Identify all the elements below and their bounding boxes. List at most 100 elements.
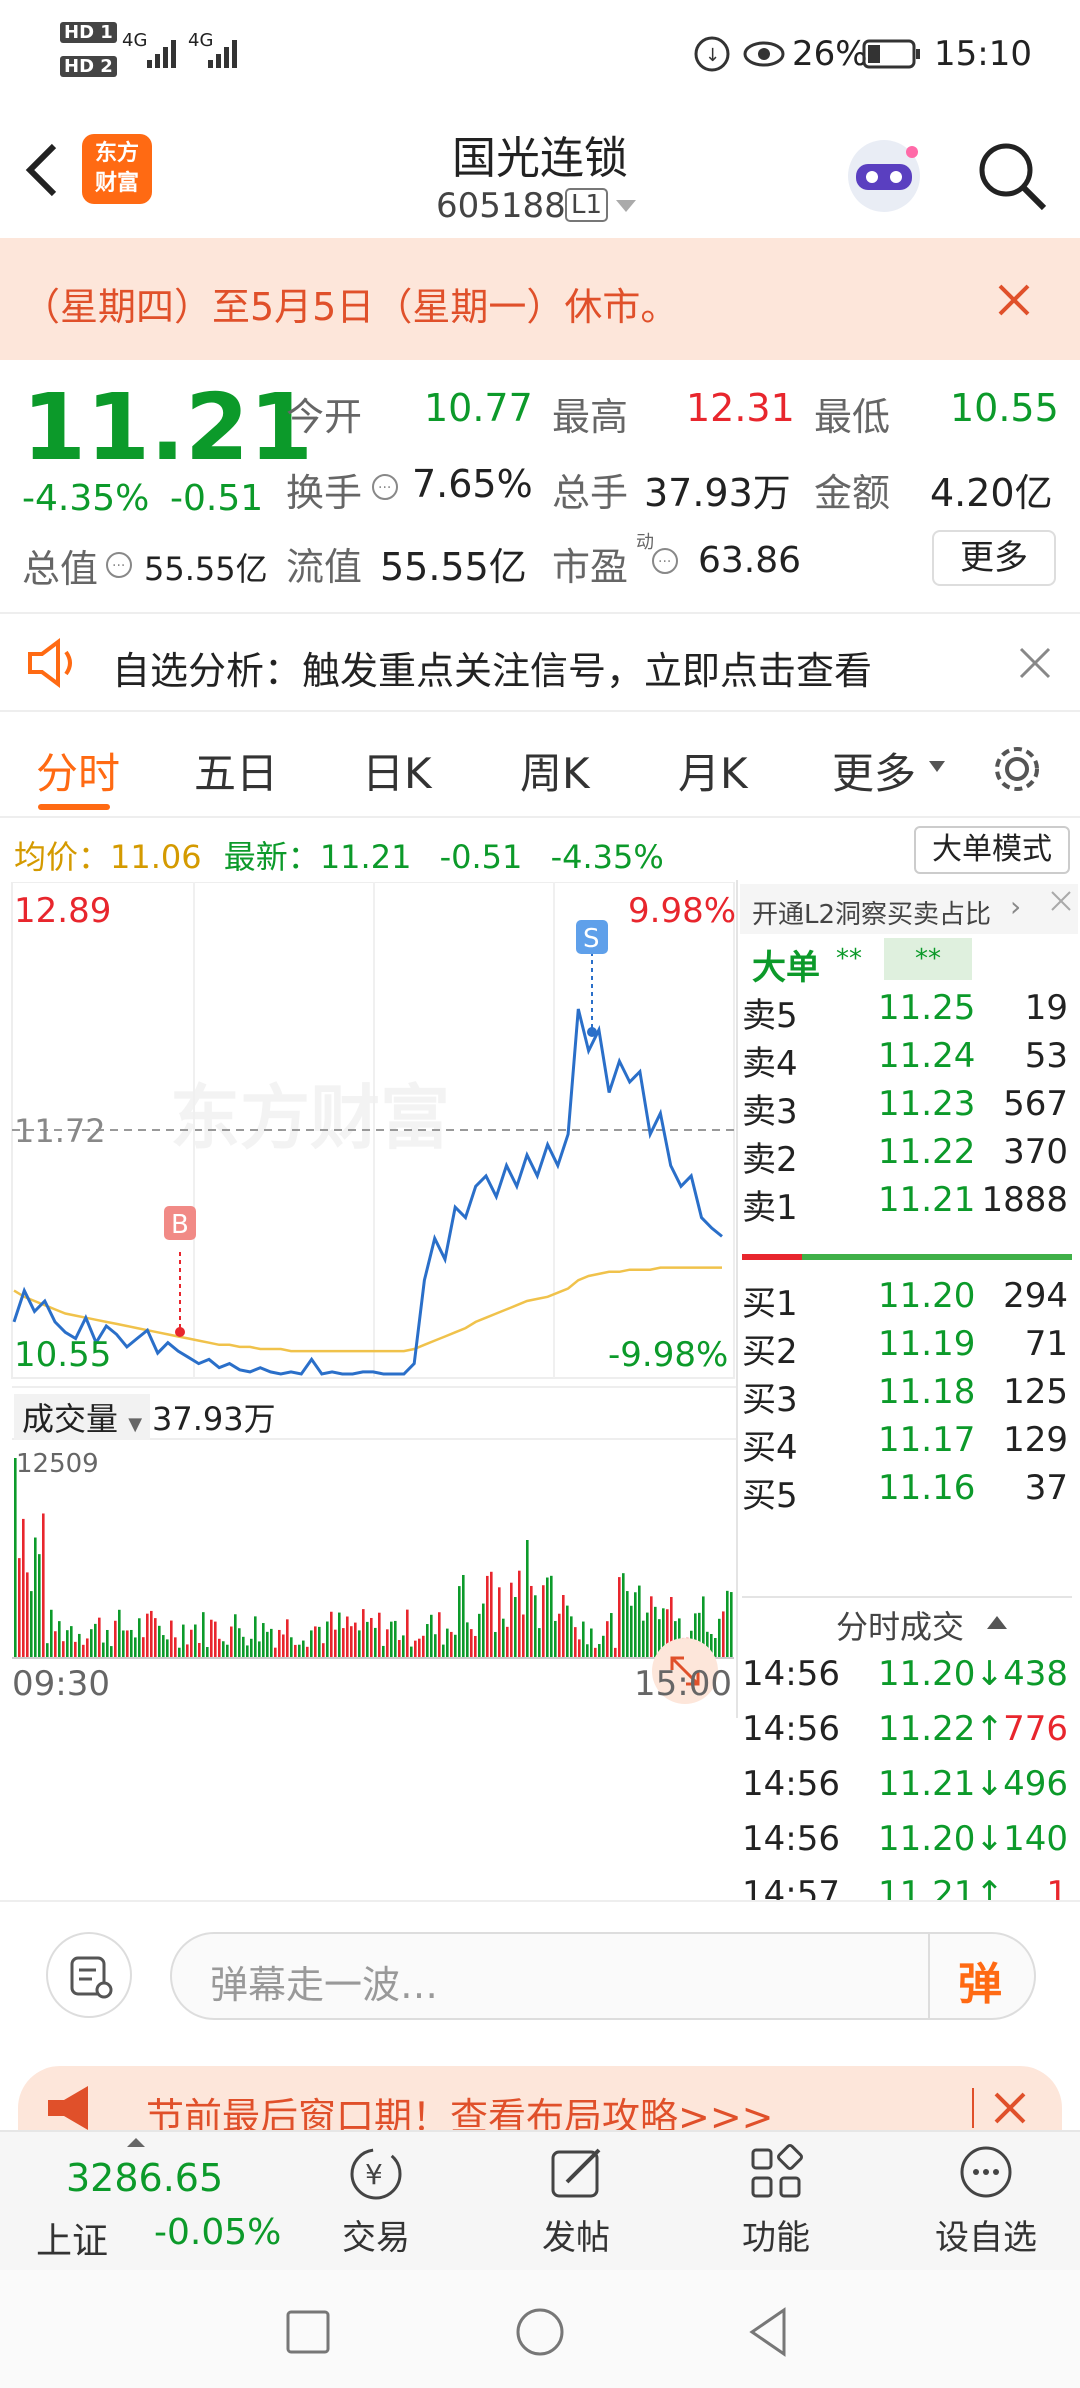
tab-weekly-k[interactable]: 周K <box>520 740 590 801</box>
volume-bar <box>66 1630 69 1658</box>
volume-bar <box>50 1609 53 1658</box>
volume-chart[interactable]: 12509 <box>0 1442 736 1660</box>
bid-ask-ratio-bar <box>742 1254 1072 1260</box>
volume-bar <box>462 1574 465 1658</box>
close-icon[interactable] <box>1018 646 1052 680</box>
search-icon[interactable] <box>974 138 1050 214</box>
index-widget[interactable]: 3286.65 上证 -0.05% <box>0 2132 281 2272</box>
volume-bar <box>582 1621 585 1658</box>
volume-bar <box>358 1630 361 1658</box>
system-navigation-bar <box>0 2270 1080 2388</box>
volume-bar <box>442 1644 445 1658</box>
volume-bar <box>330 1611 333 1658</box>
volume-bar <box>618 1577 621 1658</box>
robot-assistant-icon[interactable] <box>842 132 926 216</box>
volume-bar <box>578 1639 581 1658</box>
dropdown-icon[interactable] <box>928 760 946 774</box>
volume-dropdown[interactable]: 成交量 ▼ <box>14 1394 151 1440</box>
danmaku-settings-button[interactable] <box>46 1932 132 2018</box>
l2-link-bar[interactable]: 开通L2洞察买卖占比 › <box>740 884 1078 934</box>
volume-bar <box>318 1626 321 1658</box>
svg-text:¥: ¥ <box>365 2158 383 2191</box>
volume-bar <box>98 1617 101 1658</box>
tab-intraday[interactable]: 分时 <box>36 740 120 801</box>
index-value: 3286.65 <box>66 2156 224 2200</box>
danmaku-input[interactable]: 弹幕走一波… 弹 <box>170 1932 1036 2020</box>
volume-bar <box>430 1614 433 1658</box>
volume-bar <box>158 1625 161 1658</box>
volume-bar <box>642 1620 645 1658</box>
bid-row: 买4 11.17 129 <box>742 1420 1072 1468</box>
price-chart[interactable]: 东方财富 12.89 9.98% 11.72 10.55 -9.98% B S <box>0 882 736 1382</box>
x-end-label: 15:00 <box>634 1664 732 1704</box>
recent-apps-icon[interactable] <box>284 2308 332 2356</box>
trades-title[interactable]: 分时成交 <box>836 1602 964 1648</box>
volume-header: 成交量 ▼ 37.93万 <box>12 1386 748 1440</box>
x-start-label: 09:30 <box>12 1664 110 1704</box>
signal-icon-2 <box>208 40 237 68</box>
danmaku-send-button[interactable]: 弹 <box>958 1948 1002 2012</box>
volume-bar <box>242 1636 245 1658</box>
home-icon[interactable] <box>514 2306 566 2358</box>
y-mid-label: 11.72 <box>14 1112 106 1150</box>
volume-bar <box>534 1595 537 1658</box>
quote-panel: 11.21 -4.35% -0.51 总值 ··· 55.55亿 今开 10.7… <box>0 360 1080 610</box>
add-watchlist-button[interactable]: 设自选 <box>916 2142 1056 2266</box>
big-order-value-2: ** <box>884 938 972 980</box>
functions-button[interactable]: 功能 <box>716 2142 836 2266</box>
l2-link-text: 开通L2洞察买卖占比 <box>752 900 992 930</box>
tab-five-day[interactable]: 五日 <box>194 740 278 801</box>
volume-bar <box>426 1624 429 1658</box>
trade-button[interactable]: ¥ 交易 <box>316 2142 436 2266</box>
volume-bar <box>258 1641 261 1658</box>
close-icon[interactable] <box>992 2090 1028 2126</box>
signal-icon <box>147 40 176 68</box>
volume-bar <box>634 1592 637 1658</box>
info-icon[interactable]: ··· <box>650 546 680 576</box>
close-icon[interactable] <box>1048 888 1074 914</box>
level-badge[interactable]: L1 <box>565 188 609 222</box>
divider <box>742 1596 1072 1598</box>
volume-bar <box>610 1613 613 1658</box>
volume-bar <box>350 1626 353 1658</box>
volume-bar <box>62 1641 65 1658</box>
volume-bar <box>638 1585 641 1658</box>
close-icon[interactable] <box>996 282 1032 318</box>
stock-header: 东方财富 国光连锁 605188 L1 <box>0 110 1080 238</box>
danmaku-settings-icon <box>70 1956 113 1999</box>
volume-bar <box>194 1624 197 1658</box>
functions-label: 功能 <box>742 2218 810 2258</box>
more-button[interactable]: 更多 <box>932 530 1056 586</box>
volume-bar <box>506 1626 509 1658</box>
tab-more[interactable]: 更多 <box>832 740 916 801</box>
intraday-chart-area: 均价：11.06 最新：11.21 -0.51 -4.35% 大单模式 东方财富… <box>0 818 1080 1969</box>
info-icon[interactable]: ··· <box>104 550 134 580</box>
ask-volume: 567 <box>1003 1084 1068 1124</box>
big-order-mode-button[interactable]: 大单模式 <box>914 826 1070 874</box>
change-percent: -4.35% <box>22 478 150 519</box>
tab-monthly-k[interactable]: 月K <box>678 740 748 801</box>
post-button[interactable]: 发帖 <box>516 2142 636 2266</box>
divider <box>972 2088 974 2128</box>
watchlist-analysis-bar[interactable]: 自选分析：触发重点关注信号，立即点击查看 <box>0 612 1080 712</box>
volume-bar <box>230 1626 233 1658</box>
volume-bar <box>726 1590 729 1658</box>
ask-label: 卖3 <box>742 1092 798 1132</box>
volume-bars <box>14 1458 733 1658</box>
volume-bar <box>86 1638 89 1658</box>
sell-point <box>587 1027 597 1037</box>
tab-daily-k[interactable]: 日K <box>362 740 432 801</box>
high-label: 最高 <box>552 395 629 439</box>
y-bottom-label: 10.55 <box>14 1335 111 1375</box>
dropdown-icon[interactable] <box>614 198 638 214</box>
trade-price: 11.22↑ <box>878 1709 1004 1749</box>
bid-row: 买2 11.19 71 <box>742 1324 1072 1372</box>
last-percent: -4.35% <box>550 838 664 876</box>
info-icon[interactable]: ··· <box>370 472 400 502</box>
back-nav-icon[interactable] <box>744 2306 792 2358</box>
volume-bar <box>450 1631 453 1658</box>
gear-icon[interactable] <box>990 742 1044 796</box>
volume-bar <box>106 1629 109 1658</box>
ask-price: 11.25 <box>878 988 976 1028</box>
turnover-label: 换手 <box>286 471 363 515</box>
